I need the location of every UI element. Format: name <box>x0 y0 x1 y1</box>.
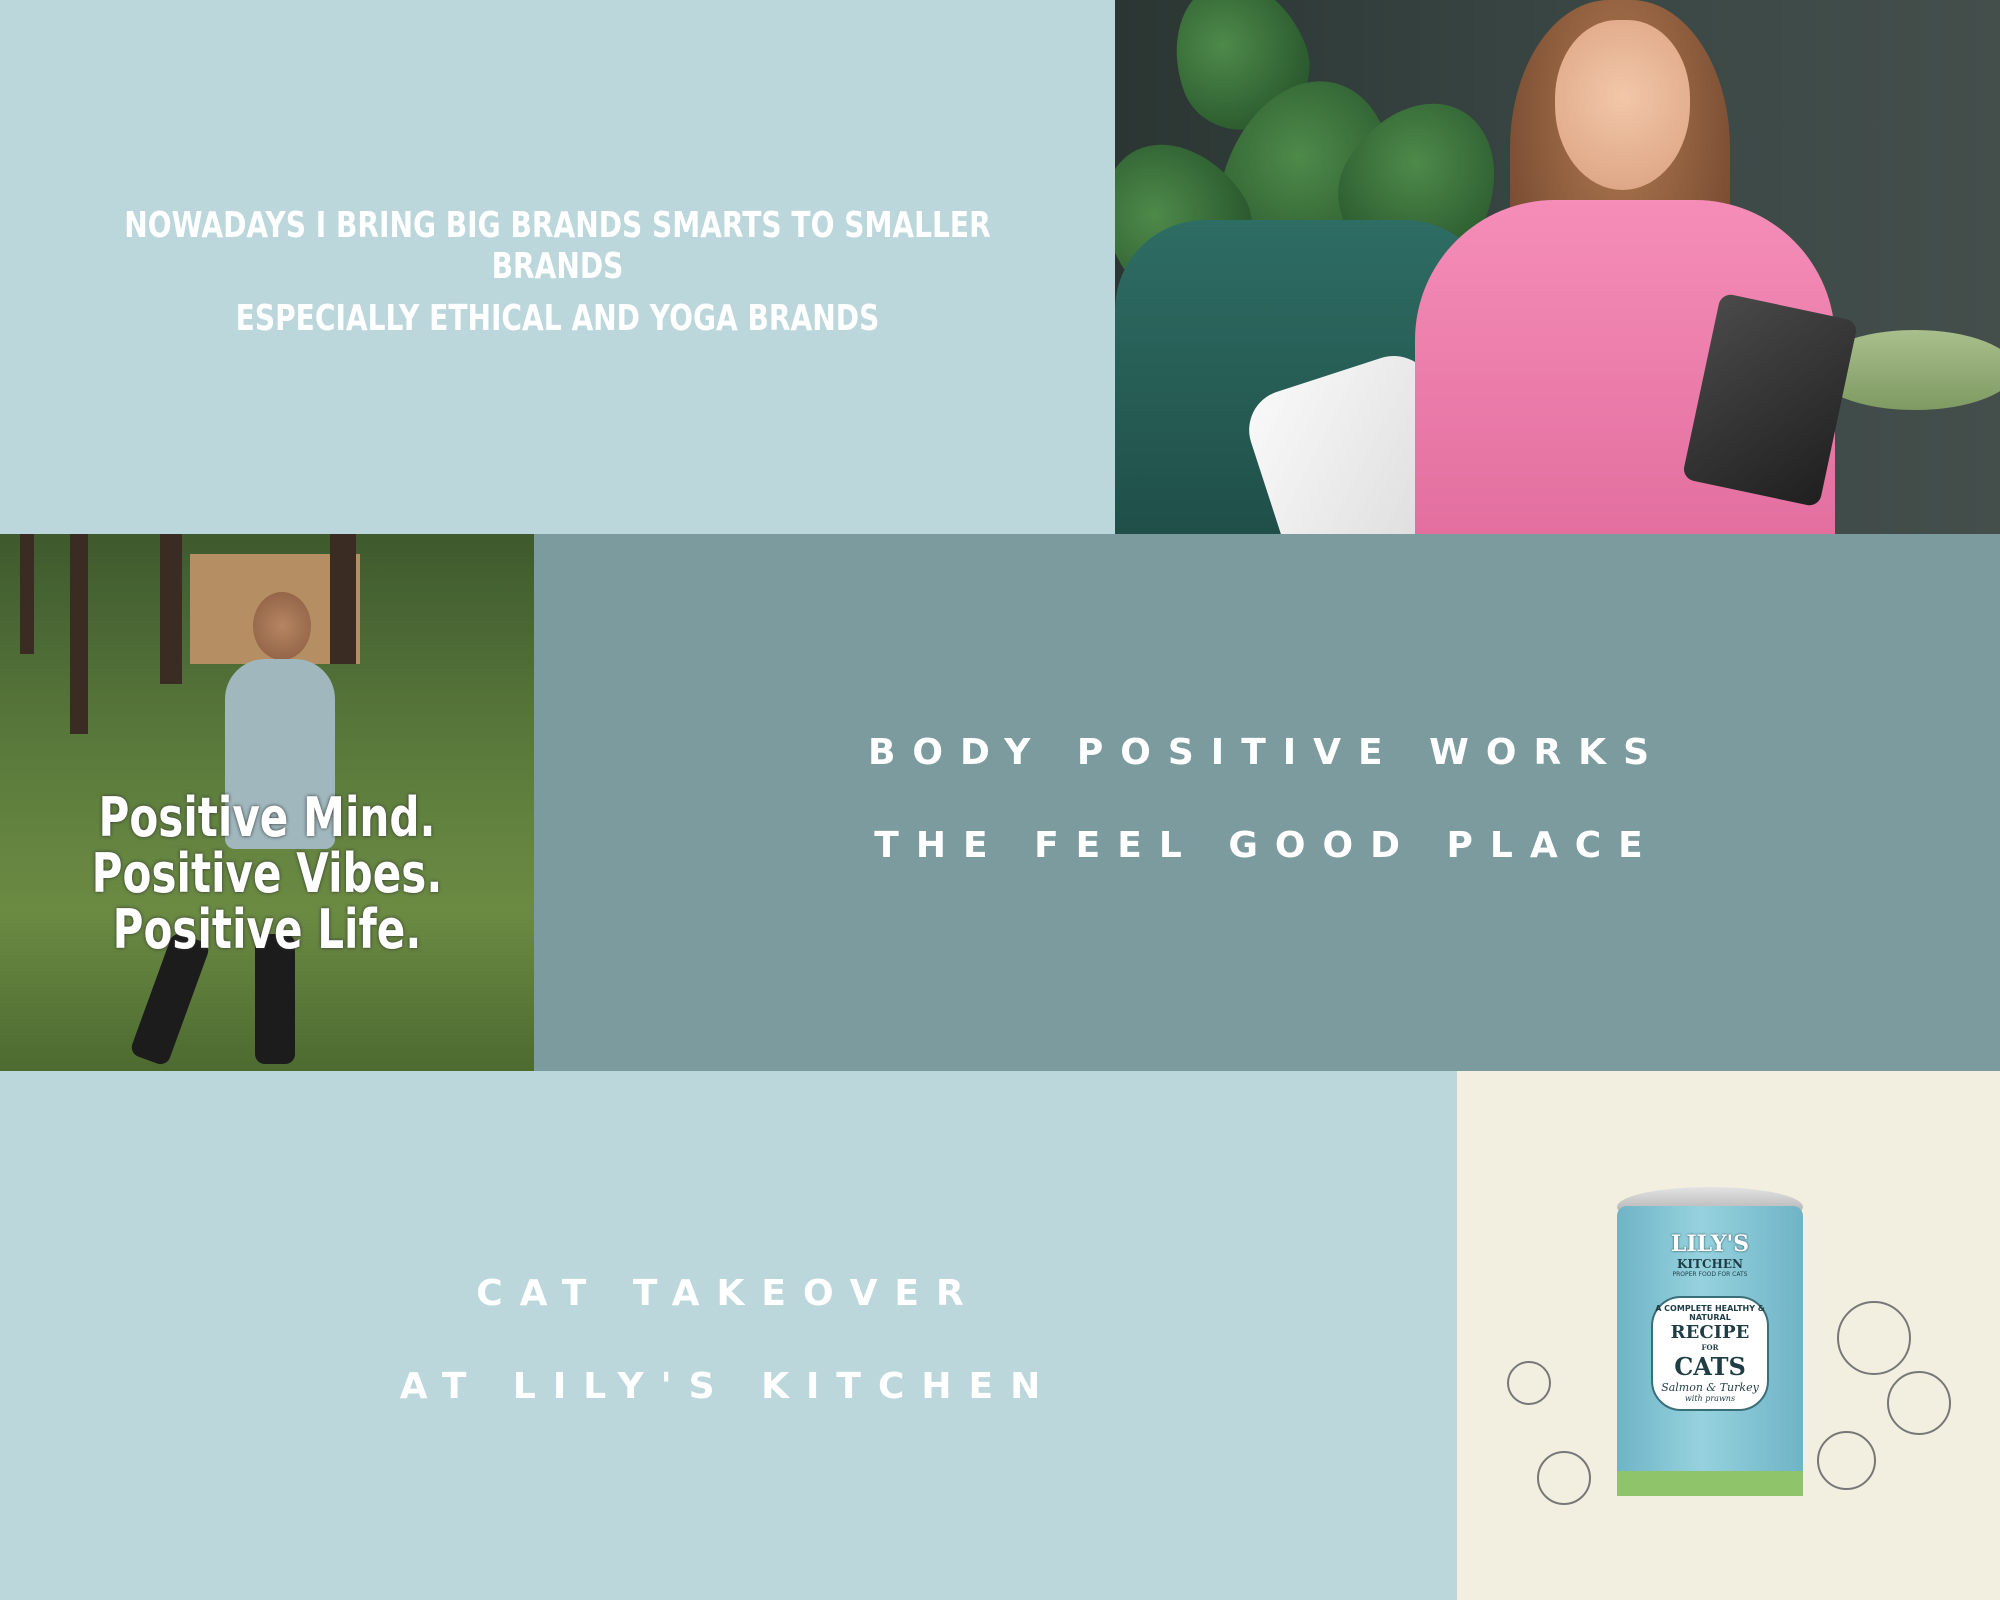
can-flavor: Salmon & Turkey <box>1661 1381 1759 1394</box>
can-for: FOR <box>1701 1343 1719 1352</box>
lilys-kitchen-can-photo: LILY'S KITCHEN PROPER FOOD FOR CATS A CO… <box>1457 1071 2000 1600</box>
positive-vibes-photo: Positive Mind. Positive Vibes. Positive … <box>0 534 534 1071</box>
body-positive-line-1: BODY POSITIVE WORKS <box>867 732 1666 773</box>
cat-takeover-panel: CAT TAKEOVER AT LILY'S KITCHEN <box>0 1071 1457 1600</box>
positive-vibes-overlay: Positive Mind. Positive Vibes. Positive … <box>59 790 476 958</box>
overlay-line-3: Positive Life. <box>112 898 422 961</box>
intro-line-2: ESPECIALLY ETHICAL AND YOGA BRANDS <box>235 298 880 339</box>
body-positive-panel: BODY POSITIVE WORKS THE FEEL GOOD PLACE <box>534 534 2000 1071</box>
portrait-photo <box>1115 0 2000 534</box>
overlay-line-2: Positive Vibes. <box>91 842 443 905</box>
intro-line-1: NOWADAYS I BRING BIG BRANDS SMARTS TO SM… <box>124 205 991 287</box>
intro-panel: NOWADAYS I BRING BIG BRANDS SMARTS TO SM… <box>0 0 1115 534</box>
can-flavor-2: with prawns <box>1684 1394 1736 1403</box>
can-recipe: RECIPE <box>1670 1322 1750 1343</box>
can-brand: LILY'S <box>1670 1231 1750 1257</box>
can-cats: CATS <box>1674 1352 1746 1381</box>
can-tagline: PROPER FOOD FOR CATS <box>1672 1271 1748 1278</box>
can-label: LILY'S KITCHEN PROPER FOOD FOR CATS A CO… <box>1647 1221 1773 1491</box>
cat-takeover-line-1: CAT TAKEOVER <box>476 1273 981 1314</box>
can-brand-2: KITCHEN <box>1677 1257 1743 1271</box>
overlay-line-1: Positive Mind. <box>98 786 436 849</box>
cat-takeover-line-2: AT LILY'S KITCHEN <box>399 1366 1058 1407</box>
body-positive-line-2: THE FEEL GOOD PLACE <box>874 825 1660 866</box>
can-desc: A COMPLETE HEALTHY & NATURAL <box>1655 1304 1765 1322</box>
